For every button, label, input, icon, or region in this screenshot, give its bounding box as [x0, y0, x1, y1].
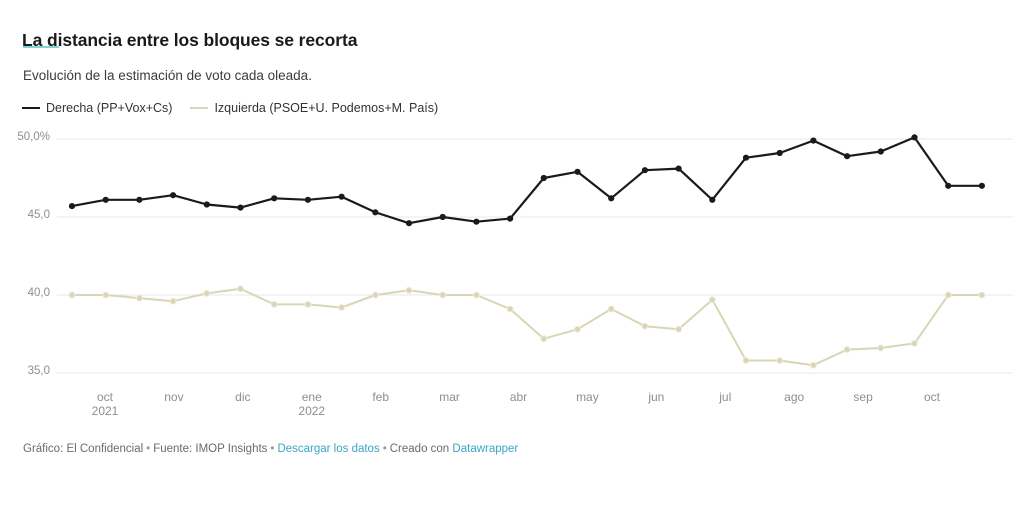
footer-sep-1: • [146, 443, 151, 455]
x-tick-month: oct [96, 390, 113, 404]
x-tick-label: oct [892, 390, 972, 404]
x-tick-month: ene [301, 390, 322, 404]
legend-item-izquierda[interactable]: Izquierda (PSOE+U. Podemos+M. País) [190, 101, 438, 115]
legend-swatch-izquierda [190, 106, 209, 110]
legend-item-derecha[interactable]: Derecha (PP+Vox+Cs) [22, 101, 172, 115]
datawrapper-link[interactable]: Datawrapper [452, 443, 518, 455]
title-underline-rule [23, 46, 59, 48]
x-tick-month: may [576, 390, 599, 404]
x-tick-month: oct [923, 390, 940, 404]
x-tick-month: dic [235, 390, 251, 404]
y-tick-label: 40,0 [27, 287, 50, 299]
y-tick-label: 50,0% [17, 131, 50, 143]
legend-swatch-derecha [22, 106, 40, 110]
chart-series-izquierda [68, 285, 986, 369]
chart-series-derecha [68, 134, 986, 227]
x-tick-month: mar [439, 390, 460, 404]
x-tick-month: sep [853, 390, 873, 404]
x-tick-month: jul [719, 390, 732, 404]
x-tick-month: jun [648, 390, 665, 404]
chart-footer: Gráfico: El Confidencial • Fuente: IMOP In… [23, 443, 518, 455]
legend-label-derecha: Derecha (PP+Vox+Cs) [46, 101, 173, 115]
page-subtitle: Evolución de la estimación de voto cada … [23, 68, 312, 83]
chart-legend: Derecha (PP+Vox+Cs) Izquierda (PSOE+U. P… [22, 101, 438, 115]
x-tick-year: 2021 [91, 404, 119, 418]
footer-sep-2: • [270, 443, 275, 455]
footer-graphic-credit: Gráfico: El Confidencial [23, 443, 144, 455]
x-tick-month: feb [372, 390, 389, 404]
y-tick-label: 35,0 [27, 365, 50, 377]
x-tick-month: abr [509, 390, 528, 404]
legend-label-izquierda: Izquierda (PSOE+U. Podemos+M. País) [214, 101, 439, 115]
footer-data-source: Fuente: IMOP Insights [153, 443, 268, 455]
download-data-link[interactable]: Descargar los datos [277, 443, 379, 455]
y-tick-label: 45,0 [27, 209, 50, 221]
footer-created-with: Creado con [389, 443, 450, 455]
chart-page: La distancia entre los bloques se recort… [0, 0, 1021, 507]
x-tick-month: ago [784, 390, 805, 404]
chart-gridlines [57, 138, 1013, 374]
page-title: La distancia entre los bloques se recort… [22, 29, 358, 50]
x-tick-month: nov [164, 390, 184, 404]
footer-sep-3: • [382, 443, 387, 455]
x-tick-year: 2022 [298, 404, 326, 418]
